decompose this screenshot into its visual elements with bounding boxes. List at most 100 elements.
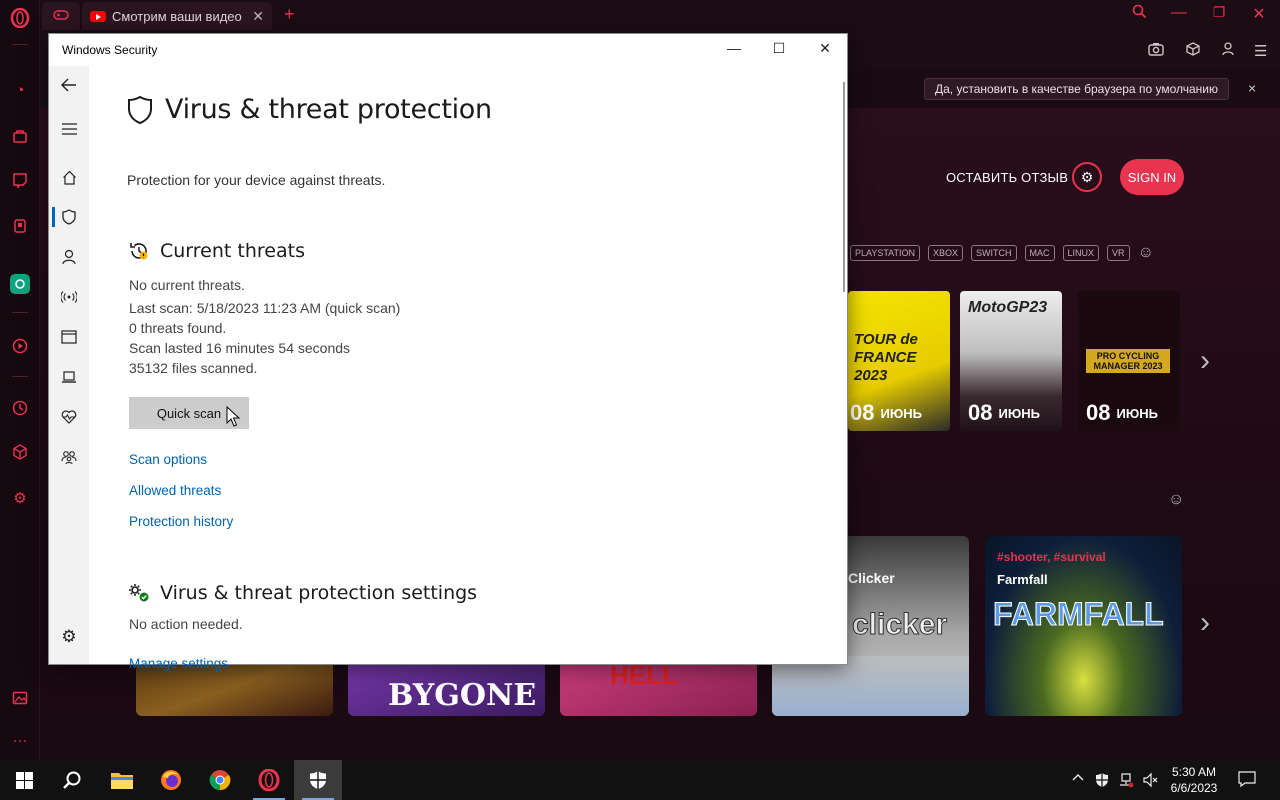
featured-title: Farmfall [997,572,1048,587]
show-hidden-icons-chevron[interactable] [1072,770,1084,785]
allowed-threats-link[interactable]: Allowed threats [129,483,221,498]
chatgpt-icon[interactable] [10,274,30,294]
gaming-icon[interactable] [8,214,32,238]
opera-sidebar: ◔ ⚙ ··· [0,0,40,760]
sidebar-divider [12,376,28,377]
platform-chip[interactable]: PLAYSTATION [850,245,921,261]
threats-found: 0 threats found. [129,320,227,336]
nav-settings[interactable]: ⚙ [49,622,89,652]
twitch-icon[interactable] [8,168,32,192]
page-heading: Virus & threat protection [127,94,492,125]
game-card[interactable]: BYGONE [348,656,545,716]
settings-status: No action needed. [129,616,243,632]
sign-in-button[interactable]: SIGN IN [1120,159,1184,195]
player-icon[interactable] [8,334,32,358]
new-tab-button[interactable]: + [284,4,295,25]
smiley-icon[interactable]: ☺ [1138,244,1154,262]
taskbar-clock[interactable]: 5:30 AM 6/6/2023 [1164,764,1224,796]
minimize-button[interactable]: — [719,40,749,56]
gamepad-icon [53,9,69,24]
notifications-icon[interactable] [1238,770,1256,791]
taskbar-file-explorer[interactable] [98,760,146,800]
firefox-icon [161,770,181,790]
back-button[interactable] [49,70,89,100]
release-card[interactable]: MotoGP23 08 ИЮНЬ [960,291,1062,431]
platform-filters: PLAYSTATION XBOX SWITCH MAC LINUX VR ☺ [850,244,1154,262]
release-date: 08 ИЮНЬ [1078,395,1180,431]
game-art-text: MotoGP23 [968,299,1048,316]
restore-button[interactable]: ❐ [1204,4,1234,21]
taskbar-search-button[interactable] [48,760,96,800]
close-button[interactable]: ✕ [810,40,840,57]
easy-setup-icon[interactable]: ☰ [1254,42,1267,60]
platform-chip[interactable]: LINUX [1062,245,1100,261]
release-card[interactable]: TOUR de FRANCE 2023 08 ИЮНЬ [848,291,950,431]
nav-device-health[interactable] [49,402,89,432]
family-icon [61,450,77,464]
nav-virus-protection[interactable] [49,202,89,232]
gear-icon: ⚙ [1080,168,1094,185]
menu-button[interactable] [49,114,89,144]
search-icon [63,771,81,789]
game-card[interactable]: HELL [560,656,757,716]
settings-icon[interactable]: ⚙ [8,486,32,510]
start-button[interactable] [0,760,48,800]
taskbar-windows-security[interactable] [294,760,342,800]
platform-chip[interactable]: XBOX [928,245,964,261]
scan-options-link[interactable]: Scan options [129,452,207,467]
nav-device-security[interactable] [49,362,89,392]
carousel-next-icon[interactable]: › [1200,344,1210,378]
security-tray-icon[interactable] [1095,772,1109,791]
search-icon[interactable] [1124,4,1154,24]
protection-history-link[interactable]: Protection history [129,514,233,529]
smiley-icon[interactable]: ☺ [1168,491,1184,509]
windows-logo-icon [15,771,33,789]
nav-account-protection[interactable] [49,242,89,272]
section-title: Current threats [160,240,305,262]
taskbar-firefox[interactable] [147,760,195,800]
history-icon[interactable] [8,396,32,420]
navigation-rail: ⚙ [49,66,89,664]
extensions-icon[interactable] [8,440,32,464]
window-titlebar[interactable]: Windows Security — ☐ ✕ [49,34,847,66]
featured-card[interactable]: #shooter, #survival Farmfall FARMFALL [985,536,1182,716]
banner-close-icon[interactable]: × [1248,80,1256,96]
nav-family-options[interactable] [49,442,89,472]
close-button[interactable]: ✕ [1244,4,1274,24]
extensions-cube-icon[interactable] [1186,42,1200,60]
set-default-button[interactable]: Да, установить в качестве браузера по ум… [924,78,1229,100]
device-security-icon [62,371,76,383]
app-browser-icon [61,330,77,344]
page-settings-button[interactable]: ⚙ [1072,162,1102,192]
feedback-link[interactable]: ОСТАВИТЬ ОТЗЫВ [946,170,1068,185]
shopping-icon[interactable] [8,124,32,148]
tab-close-icon[interactable]: ✕ [252,8,264,25]
account-icon[interactable] [1222,42,1234,60]
tab-gaming[interactable] [42,2,80,30]
network-icon[interactable] [1118,772,1134,791]
taskbar-chrome[interactable] [196,760,244,800]
nav-firewall[interactable] [49,282,89,312]
platform-chip[interactable]: VR [1107,245,1130,261]
taskbar-opera-gx[interactable] [245,760,293,800]
camera-icon[interactable] [1148,42,1164,60]
carousel-next-icon[interactable]: › [1200,606,1210,640]
volume-muted-icon[interactable] [1142,772,1158,791]
window-title: Windows Security [62,43,158,57]
platform-chip[interactable]: MAC [1024,245,1055,261]
speed-dial-icon[interactable]: ◔ [8,78,32,102]
manage-settings-link[interactable]: Manage settings [129,656,228,671]
nav-home[interactable] [49,162,89,192]
menu-icon [61,123,77,135]
platform-chip[interactable]: SWITCH [971,245,1017,261]
maximize-button[interactable]: ☐ [764,40,794,57]
more-icon[interactable]: ··· [8,728,32,752]
tab-title: Смотрим ваши видео с M [112,8,242,24]
tab-youtube[interactable]: Смотрим ваши видео с M ✕ [82,2,272,30]
game-card[interactable] [772,656,969,716]
release-card[interactable]: PRO CYCLING MANAGER 2023 08 ИЮНЬ [1078,291,1180,431]
opera-logo-icon[interactable] [8,6,32,30]
nav-app-browser-control[interactable] [49,322,89,352]
minimize-button[interactable]: — [1164,4,1194,22]
gallery-icon[interactable] [8,686,32,710]
